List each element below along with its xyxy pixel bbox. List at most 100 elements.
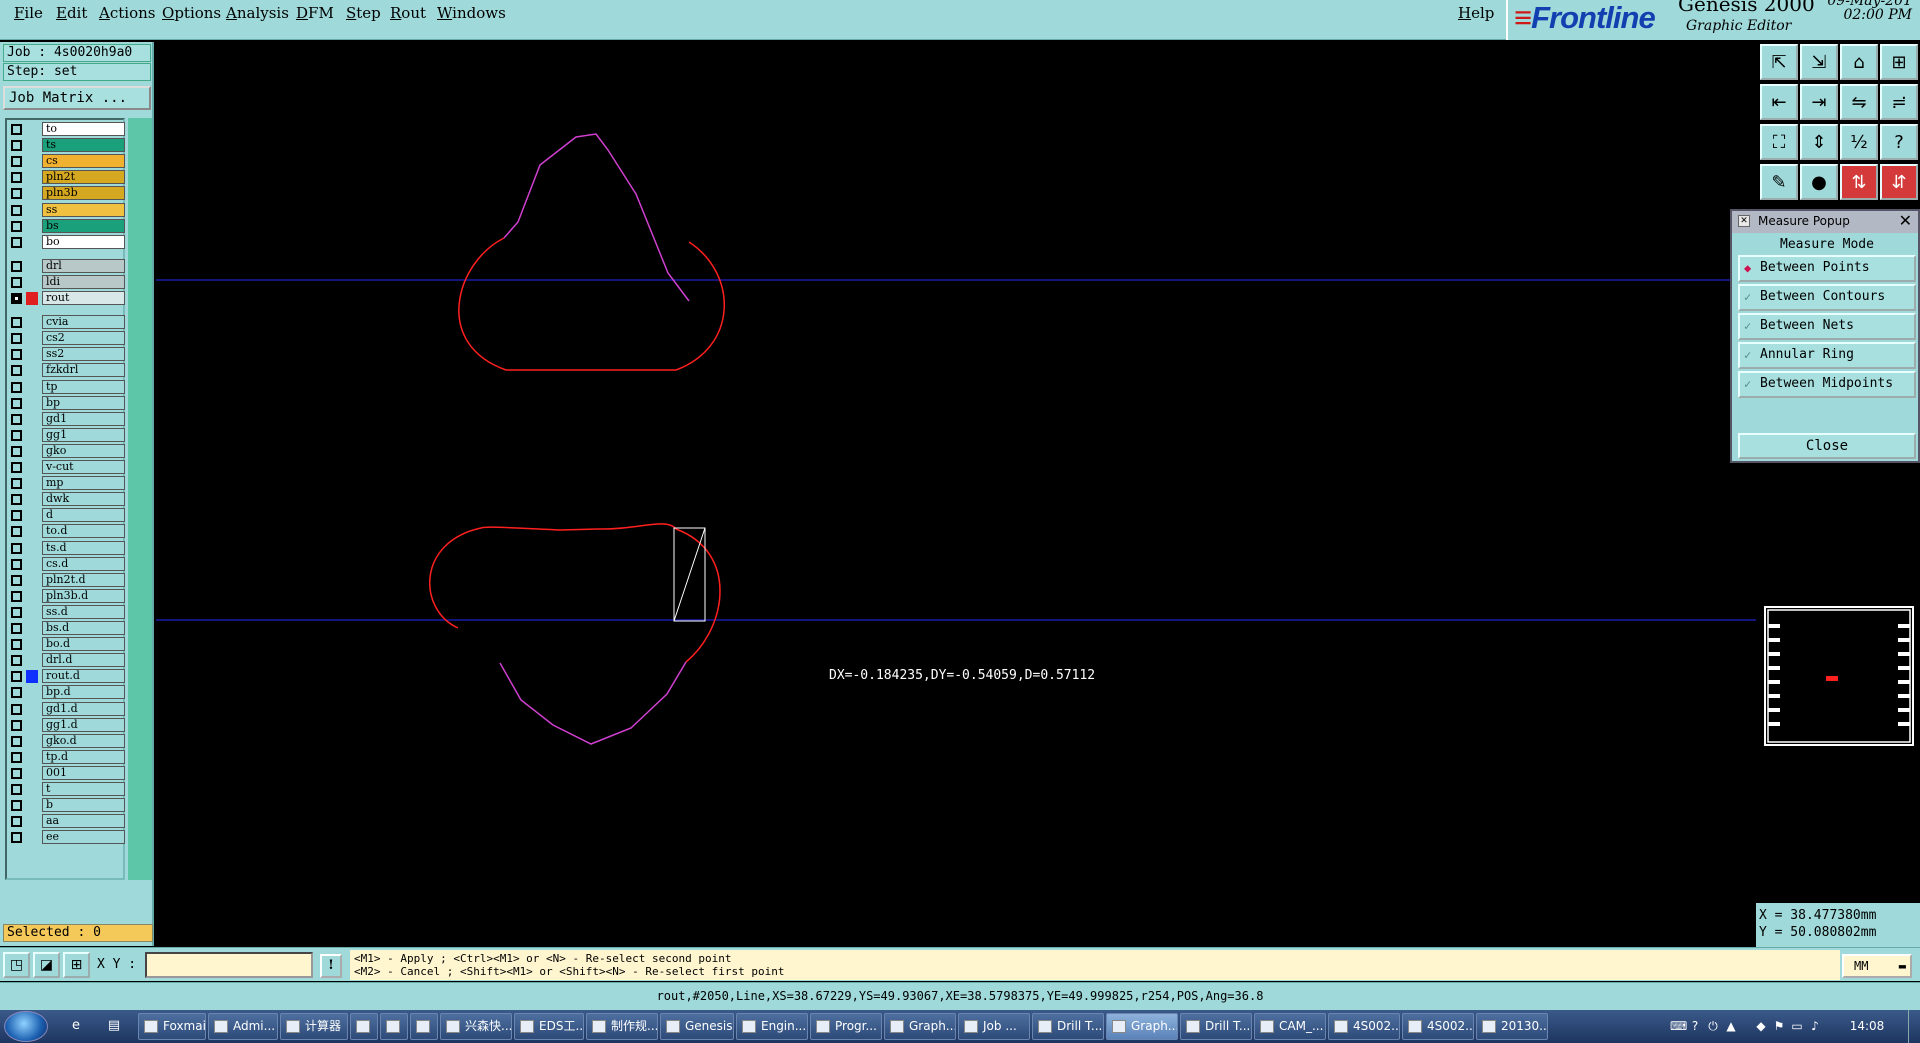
layer-row-bo[interactable]: bo	[9, 234, 125, 250]
layer-name[interactable]: cs	[42, 154, 125, 169]
layer-name[interactable]: gko	[42, 443, 125, 458]
layer-checkbox[interactable]	[11, 510, 22, 522]
layer-name[interactable]: bs.d	[42, 621, 125, 635]
layer-checkbox[interactable]	[11, 293, 22, 304]
layer-checkbox[interactable]	[11, 172, 22, 184]
layer-row-tp-d[interactable]: tp.d	[9, 749, 125, 765]
layer-row-mp[interactable]: mp	[9, 476, 125, 491]
menu-edit[interactable]: Edit	[56, 4, 87, 22]
layer-checkbox[interactable]	[11, 478, 22, 490]
layer-checkbox[interactable]	[11, 276, 22, 288]
layer-name[interactable]: pln3b.d	[42, 588, 125, 603]
layer-row-gd1-d[interactable]: gd1.d	[9, 701, 125, 717]
layer-name[interactable]: bo.d	[42, 637, 125, 652]
layer-checkbox[interactable]	[11, 606, 22, 618]
tray-keyboard-icon[interactable]: ⌨	[1670, 1019, 1687, 1033]
layer-checkbox[interactable]	[11, 800, 22, 812]
taskbar-item[interactable]: Foxmail	[138, 1013, 206, 1040]
layer-row-cs[interactable]: cs	[9, 154, 125, 169]
taskbar-item[interactable]: 计算器	[280, 1013, 348, 1040]
layer-checkbox[interactable]	[11, 333, 22, 345]
layer-row-ee[interactable]: ee	[9, 830, 125, 845]
layer-row-bp[interactable]: bp	[9, 395, 125, 411]
tray-flag-icon[interactable]: ⚑	[1772, 1019, 1786, 1033]
probe-icon[interactable]: ●	[1800, 164, 1838, 200]
layer-row-ss-d[interactable]: ss.d	[9, 604, 125, 620]
layer-row-bs[interactable]: bs	[9, 218, 125, 234]
layer-name[interactable]: bo	[42, 234, 125, 249]
taskbar-item[interactable]: Admi...	[208, 1013, 278, 1040]
option-between-midpoints[interactable]: ✓ Between Midpoints	[1738, 371, 1916, 398]
layer-name[interactable]: gg1	[42, 427, 125, 442]
home-icon[interactable]: ⌂	[1840, 44, 1878, 80]
tray-volume-icon[interactable]: ♪	[1808, 1019, 1822, 1033]
layer-row-cs2[interactable]: cs2	[9, 331, 125, 346]
layer-row-to-d[interactable]: to.d	[9, 524, 125, 539]
layer-name[interactable]: cvia	[42, 315, 125, 330]
layer-name[interactable]: ss2	[42, 347, 125, 362]
tools-icon[interactable]: ✎	[1760, 164, 1798, 200]
layer-name[interactable]: drl	[42, 258, 125, 273]
layer-name[interactable]: tp.d	[42, 749, 125, 764]
xy-input[interactable]	[145, 952, 313, 978]
measure-close-button[interactable]: Close	[1738, 433, 1916, 459]
job-matrix-button[interactable]: Job Matrix ...	[3, 86, 151, 110]
layer-checkbox[interactable]	[11, 623, 22, 634]
layer-checkbox[interactable]	[11, 655, 22, 667]
layer-checkbox[interactable]	[11, 816, 22, 828]
layer-checkbox[interactable]	[11, 687, 22, 699]
taskbar-item[interactable]: EDS工...	[514, 1013, 584, 1040]
layer-name[interactable]: bp.d	[42, 685, 125, 700]
layer-name[interactable]: gg1.d	[42, 717, 125, 732]
layer-checkbox[interactable]	[11, 590, 22, 602]
layer-list-scrollbar[interactable]	[128, 118, 152, 880]
layer-checkbox[interactable]	[11, 220, 22, 232]
measure-points-icon[interactable]: ⇅	[1840, 164, 1878, 200]
start-button[interactable]	[4, 1011, 48, 1042]
layer-row-tp[interactable]: tp	[9, 379, 125, 395]
zoom-out-icon[interactable]: ⇲	[1800, 44, 1838, 80]
layer-checkbox[interactable]	[11, 236, 22, 248]
layer-row-001[interactable]: 001	[9, 765, 125, 781]
layer-row-d[interactable]: d	[9, 508, 125, 523]
layer-checkbox[interactable]	[11, 188, 22, 200]
menu-help[interactable]: Help	[1458, 4, 1494, 22]
taskbar-item[interactable]: 4S002...	[1402, 1013, 1474, 1040]
layer-checkbox[interactable]	[11, 751, 22, 763]
clock[interactable]: 14:08	[1832, 1010, 1902, 1043]
menu-dfm[interactable]: DFM	[296, 4, 334, 22]
taskbar-item[interactable]	[380, 1013, 408, 1040]
layer-row-aa[interactable]: aa	[9, 814, 125, 829]
layer-checkbox[interactable]	[11, 639, 22, 651]
taskbar-item[interactable]: CAM_...	[1254, 1013, 1326, 1040]
layer-row-gd1[interactable]: gd1	[9, 411, 125, 427]
layer-checkbox[interactable]	[11, 494, 22, 506]
layer-row-t[interactable]: t	[9, 782, 125, 797]
menu-options[interactable]: Options	[162, 4, 221, 22]
layer-row-gko-d[interactable]: gko.d	[9, 733, 125, 749]
measure-distance-icon[interactable]: ⇵	[1880, 164, 1918, 200]
layer-row-gko[interactable]: gko	[9, 443, 125, 459]
taskbar-item[interactable]: 制作规...	[586, 1013, 658, 1040]
layer-row-pln2t-d[interactable]: pln2t.d	[9, 572, 125, 588]
layer-checkbox[interactable]	[11, 260, 22, 272]
menu-file[interactable]: File	[14, 4, 43, 22]
zoom-in-icon[interactable]: ⇱	[1760, 44, 1798, 80]
taskbar-item[interactable]: Graph...	[884, 1013, 956, 1040]
layer-name[interactable]: dwk	[42, 492, 125, 507]
layer-name[interactable]: rout.d	[42, 669, 125, 684]
taskbar-item[interactable]: Graph...	[1106, 1013, 1178, 1040]
explorer-icon[interactable]: ▤	[104, 1016, 124, 1036]
taskbar-item[interactable]: 兴森快...	[440, 1013, 512, 1040]
layer-name[interactable]: cs.d	[42, 556, 125, 571]
layer-name[interactable]: pln3b	[42, 186, 125, 201]
layer-row-pln3b[interactable]: pln3b	[9, 186, 125, 201]
layer-name[interactable]: gd1	[42, 411, 125, 426]
layer-row-ldi[interactable]: ldi	[9, 274, 125, 290]
layer-row-ts-d[interactable]: ts.d	[9, 540, 125, 556]
layer-row-drl[interactable]: drl	[9, 258, 125, 274]
layer-name[interactable]: b	[42, 798, 125, 813]
layer-row-ss[interactable]: ss	[9, 202, 125, 218]
layer-name[interactable]: rout	[42, 291, 125, 305]
layer-name[interactable]: gko.d	[42, 733, 125, 748]
